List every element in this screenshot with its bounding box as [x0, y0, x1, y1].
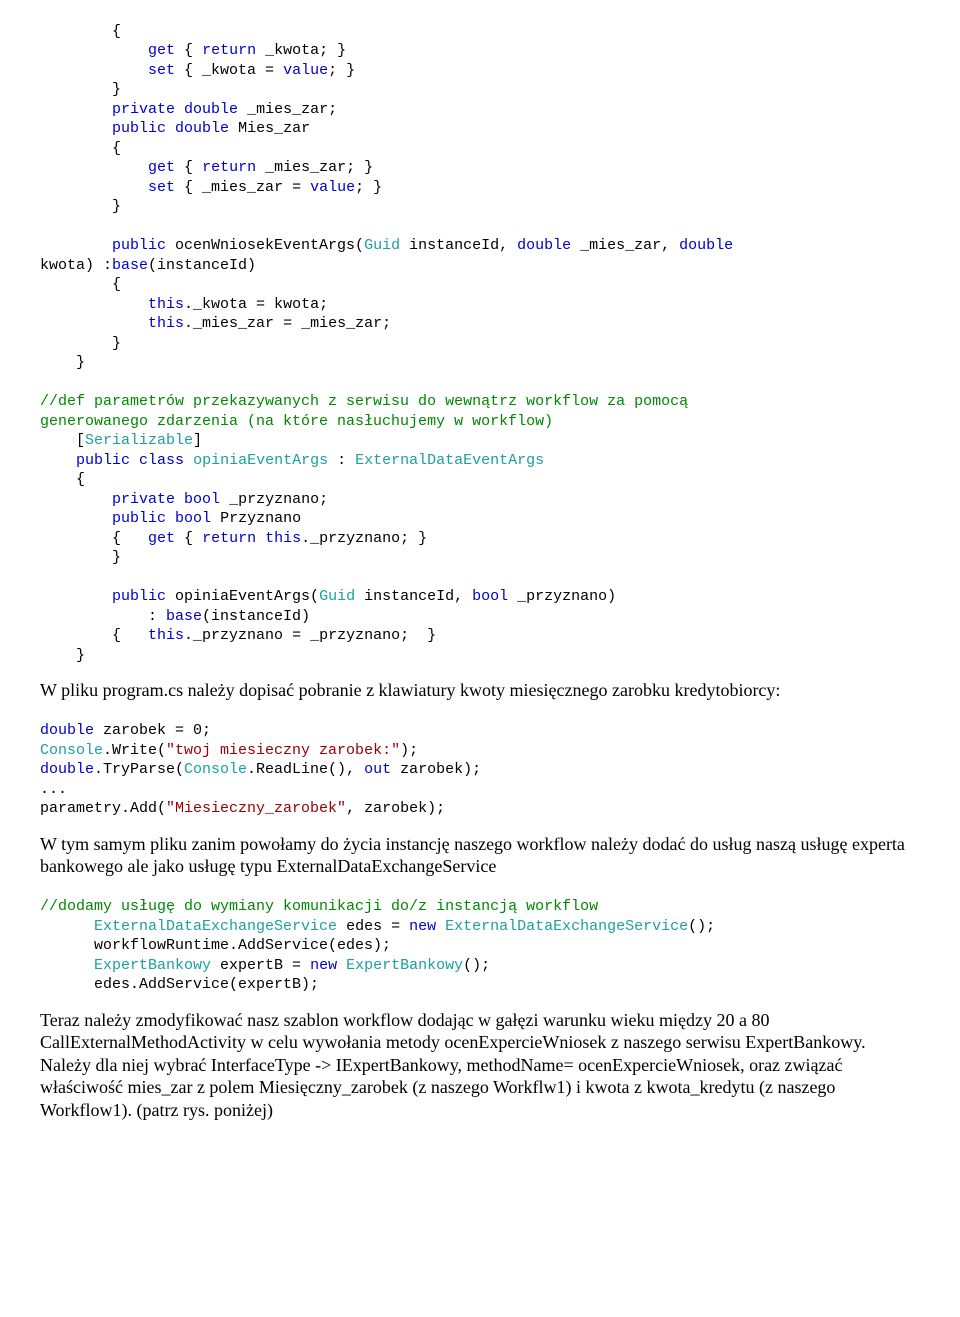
code-block-1: { get { return _kwota; } set { _kwota = … [40, 2, 920, 665]
paragraph-4: Należy dla niej wybrać InterfaceType -> … [40, 1054, 920, 1122]
code-block-2: double zarobek = 0; Console.Write("twoj … [40, 702, 920, 819]
paragraph-2: W tym samym pliku zanim powołamy do życi… [40, 833, 920, 878]
paragraph-3: Teraz należy zmodyfikować nasz szablon w… [40, 1009, 920, 1054]
code-block-3: //dodamy usługę do wymiany komunikacji d… [40, 878, 920, 995]
paragraph-1: W pliku program.cs należy dopisać pobran… [40, 679, 920, 702]
